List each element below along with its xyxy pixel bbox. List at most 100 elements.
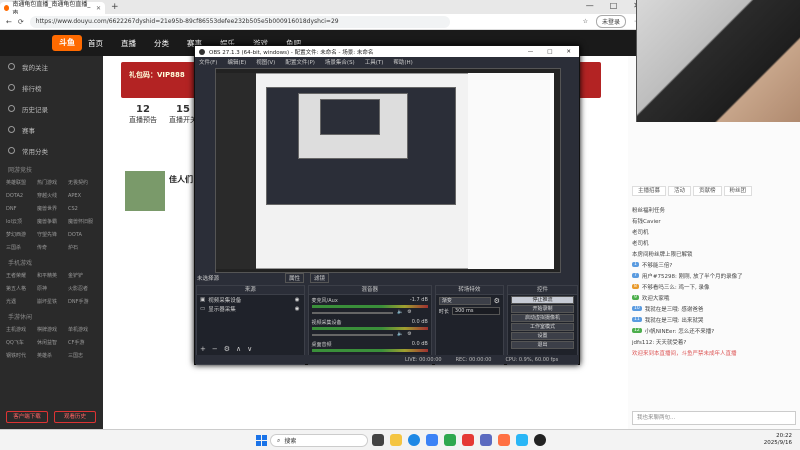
url-input[interactable]: https://www.douyu.com/6622267dyshid=21e9… bbox=[29, 15, 450, 28]
minimize-icon[interactable]: — bbox=[586, 1, 594, 10]
tab-fans[interactable]: 粉丝团 bbox=[723, 186, 753, 196]
streamer-thumbnail[interactable] bbox=[125, 171, 165, 211]
app-icon[interactable] bbox=[498, 434, 510, 446]
studio-mode-button[interactable]: 工作室模式 bbox=[510, 323, 574, 331]
gear-icon[interactable]: ⚙ bbox=[224, 345, 230, 353]
category-link[interactable]: DOTA bbox=[68, 230, 97, 241]
duration-input[interactable]: 300 ms bbox=[451, 307, 500, 315]
category-link[interactable]: 棋牌游戏 bbox=[37, 325, 66, 336]
task-view-icon[interactable] bbox=[372, 434, 384, 446]
category-link[interactable]: 三国志 bbox=[68, 351, 97, 362]
virtual-camera-button[interactable]: 启动虚拟摄像机 bbox=[510, 314, 574, 322]
menu-profile[interactable]: 配置文件(P) bbox=[285, 58, 315, 66]
category-link[interactable]: DNF bbox=[6, 204, 35, 215]
eye-icon[interactable]: ◉ bbox=[295, 306, 300, 312]
nav-item[interactable]: 分类 bbox=[154, 38, 169, 49]
exit-button[interactable]: 退出 bbox=[510, 341, 574, 349]
eye-icon[interactable]: ◉ bbox=[295, 297, 300, 303]
category-link[interactable]: 王者荣耀 bbox=[6, 271, 35, 282]
menu-scene-collection[interactable]: 场景集合(S) bbox=[325, 58, 355, 66]
category-link[interactable]: 守望先锋 bbox=[37, 230, 66, 241]
volume-slider[interactable] bbox=[311, 334, 393, 336]
category-link[interactable]: 传奇 bbox=[37, 243, 66, 254]
category-link[interactable]: 和平精英 bbox=[37, 271, 66, 282]
stat-preview[interactable]: 12 直播预告 bbox=[123, 104, 163, 125]
sidebar-item-rank[interactable]: 排行榜 bbox=[0, 77, 103, 98]
edge-icon[interactable] bbox=[408, 434, 420, 446]
category-link[interactable]: 穿越火线 bbox=[37, 191, 66, 202]
category-link[interactable]: APEX bbox=[68, 191, 97, 202]
app-icon[interactable] bbox=[462, 434, 474, 446]
up-icon[interactable]: ∧ bbox=[236, 345, 241, 353]
login-button[interactable]: 未登录 bbox=[595, 15, 626, 28]
filters-button[interactable]: 滤镜 bbox=[310, 273, 330, 283]
tab-recruit[interactable]: 主播招募 bbox=[632, 186, 667, 196]
refresh-icon[interactable]: ⟳ bbox=[18, 18, 24, 26]
category-link[interactable]: 魔兽争霸 bbox=[37, 217, 66, 228]
category-link[interactable]: 炉石 bbox=[68, 243, 97, 254]
store-icon[interactable] bbox=[426, 434, 438, 446]
sidebar-item-follow[interactable]: 我的关注 bbox=[0, 56, 103, 77]
category-link[interactable]: 第五人格 bbox=[6, 284, 35, 295]
maximize-icon[interactable]: □ bbox=[610, 1, 618, 10]
sidebar-item-categories[interactable]: 常用分类 bbox=[0, 140, 103, 161]
browser-tab[interactable]: 南通龟包直播_南通龟包直播_南... ✕ bbox=[0, 1, 105, 17]
tab-contribution[interactable]: 贡献榜 bbox=[693, 186, 722, 196]
gear-icon[interactable]: ⚙ bbox=[494, 297, 500, 305]
category-link[interactable]: 魔兽世界 bbox=[37, 204, 66, 215]
back-icon[interactable]: ← bbox=[6, 18, 12, 26]
category-link[interactable]: 钢铁时代 bbox=[6, 351, 35, 362]
transition-select[interactable]: 渐变 bbox=[438, 297, 491, 305]
category-link[interactable]: 主机游戏 bbox=[6, 325, 35, 336]
menu-tools[interactable]: 工具(T) bbox=[365, 58, 384, 66]
star-icon[interactable]: ☆ bbox=[583, 18, 588, 25]
nav-item[interactable]: 直播 bbox=[121, 38, 136, 49]
speaker-icon[interactable]: 🔈 bbox=[397, 309, 403, 315]
category-link[interactable]: 单机游戏 bbox=[68, 325, 97, 336]
obs-window[interactable]: OBS 27.1.3 (64-bit, windows) - 配置文件: 未命名… bbox=[194, 45, 580, 365]
system-clock[interactable]: 20:22 2025/9/16 bbox=[764, 433, 792, 447]
category-link[interactable]: 崩坏星铁 bbox=[37, 297, 66, 308]
down-icon[interactable]: ∨ bbox=[247, 345, 252, 353]
speaker-icon[interactable]: 🔈 bbox=[397, 331, 403, 337]
gear-icon[interactable]: ⚙ bbox=[407, 309, 411, 315]
menu-view[interactable]: 视图(V) bbox=[256, 58, 275, 66]
new-tab-button[interactable]: + bbox=[111, 2, 119, 12]
category-link[interactable]: 三国杀 bbox=[6, 243, 35, 254]
properties-button[interactable]: 属性 bbox=[285, 273, 305, 283]
menu-help[interactable]: 帮助(H) bbox=[393, 58, 412, 66]
remove-icon[interactable]: − bbox=[212, 345, 218, 353]
menu-file[interactable]: 文件(F) bbox=[199, 58, 217, 66]
obs-preview-canvas[interactable] bbox=[215, 68, 561, 273]
category-link[interactable]: 英雄杀 bbox=[37, 351, 66, 362]
category-link[interactable]: CF手游 bbox=[68, 338, 97, 349]
app-icon[interactable] bbox=[480, 434, 492, 446]
category-link[interactable]: 魔兽怀旧服 bbox=[68, 217, 97, 228]
nav-item[interactable]: 首页 bbox=[88, 38, 103, 49]
sidebar-item-history[interactable]: 历史记录 bbox=[0, 98, 103, 119]
wechat-icon[interactable] bbox=[444, 434, 456, 446]
gear-icon[interactable]: ⚙ bbox=[407, 331, 411, 337]
obs-minimize-icon[interactable]: — bbox=[528, 49, 534, 55]
category-link[interactable]: 英雄联盟 bbox=[6, 178, 35, 189]
source-item[interactable]: ▣ 视频采集设备 ◉ bbox=[197, 295, 304, 304]
tab-close-icon[interactable]: ✕ bbox=[96, 5, 101, 12]
start-icon[interactable] bbox=[256, 435, 267, 446]
category-link[interactable]: 无畏契约 bbox=[68, 178, 97, 189]
chat-input[interactable]: 我也来聊两句... bbox=[632, 411, 796, 425]
app-icon[interactable] bbox=[516, 434, 528, 446]
category-link[interactable]: 光遇 bbox=[6, 297, 35, 308]
category-link[interactable]: QQ飞车 bbox=[6, 338, 35, 349]
settings-button[interactable]: 设置 bbox=[510, 332, 574, 340]
category-link[interactable]: 休闲益智 bbox=[37, 338, 66, 349]
site-logo[interactable]: 斗鱼 bbox=[52, 35, 82, 51]
volume-slider[interactable] bbox=[311, 312, 393, 314]
taskbar-search[interactable]: ⌕ 搜索 bbox=[270, 434, 368, 447]
category-link[interactable]: DNF手游 bbox=[68, 297, 97, 308]
watch-history-button[interactable]: 观看历史 bbox=[54, 411, 96, 423]
obs-maximize-icon[interactable]: □ bbox=[547, 49, 552, 55]
sidebar-item-events[interactable]: 赛事 bbox=[0, 119, 103, 140]
category-link[interactable]: CS2 bbox=[68, 204, 97, 215]
stop-streaming-button[interactable]: 停止推流 bbox=[510, 296, 574, 304]
obs-close-icon[interactable]: ✕ bbox=[566, 49, 571, 55]
